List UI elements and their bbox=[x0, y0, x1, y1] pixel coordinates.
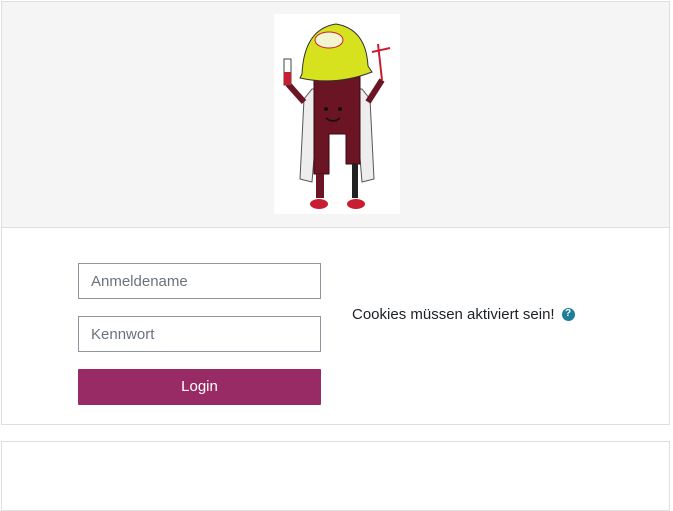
cookies-notice: Cookies müssen aktiviert sein! ? bbox=[352, 304, 575, 324]
mascot-illustration bbox=[283, 23, 391, 209]
login-button[interactable]: Login bbox=[78, 369, 321, 405]
login-card: Login Cookies müssen aktiviert sein! ? bbox=[1, 1, 670, 425]
login-header bbox=[2, 2, 669, 228]
username-input[interactable] bbox=[78, 263, 321, 299]
question-circle-icon[interactable]: ? bbox=[561, 307, 575, 321]
site-logo bbox=[274, 14, 400, 214]
password-input[interactable] bbox=[78, 316, 321, 352]
cookies-text: Cookies müssen aktiviert sein! bbox=[352, 305, 555, 323]
secondary-card bbox=[1, 441, 670, 511]
